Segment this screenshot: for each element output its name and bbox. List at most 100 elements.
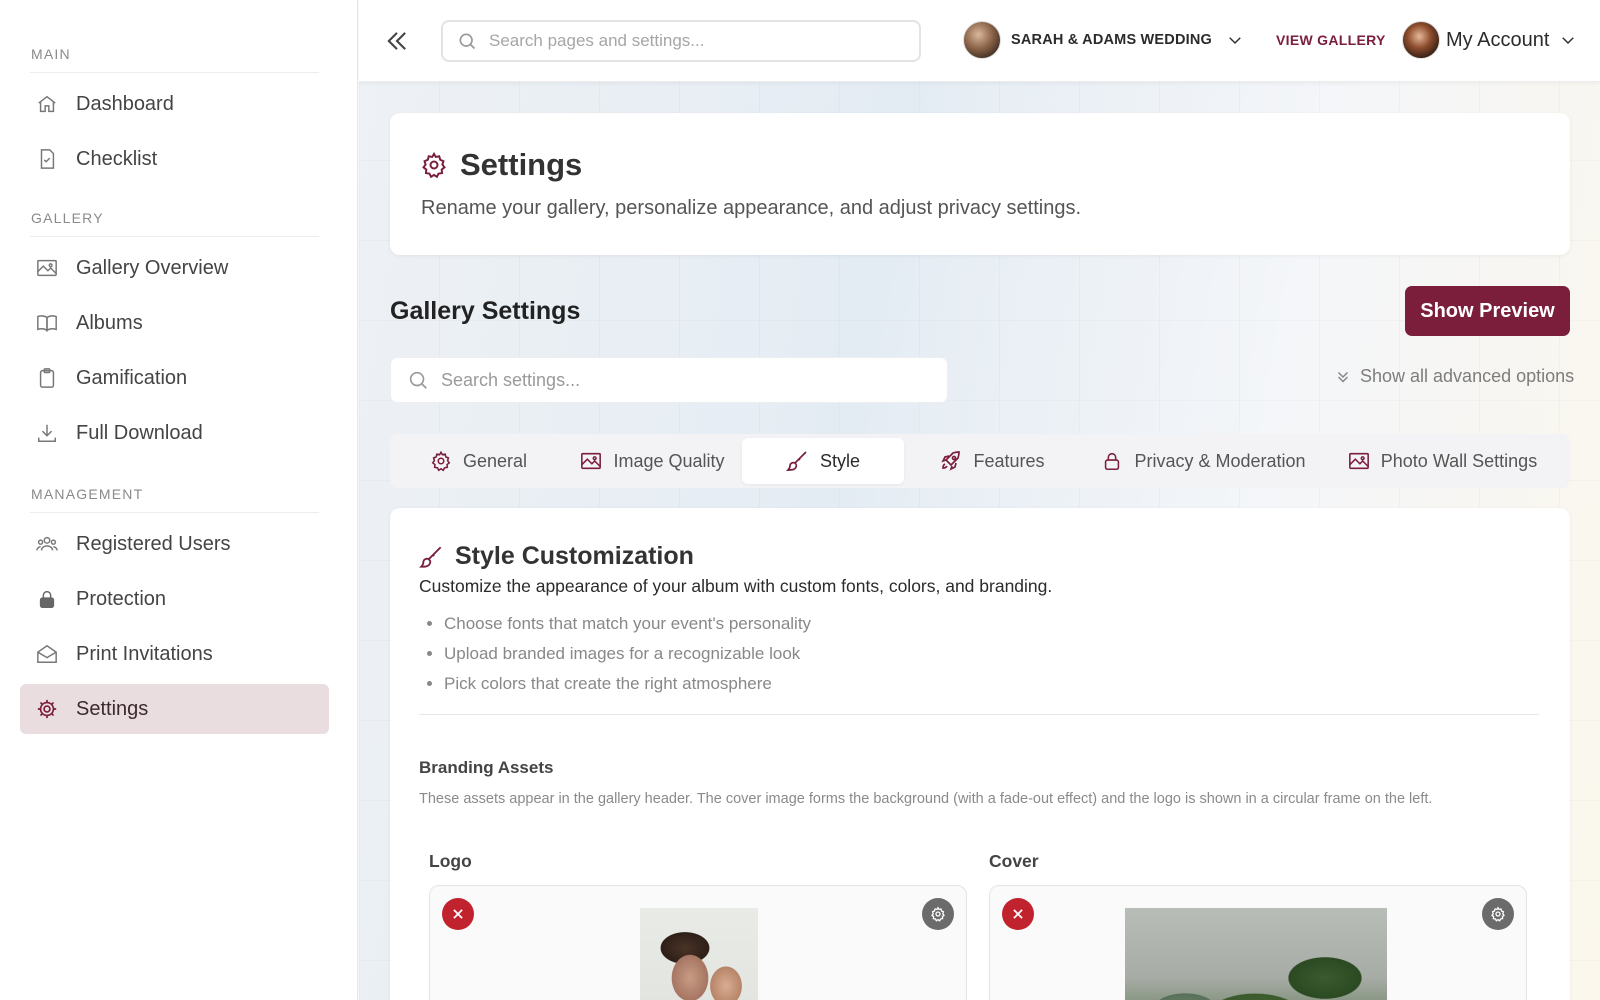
style-feature-list: Choose fonts that match your event's per… (444, 609, 811, 699)
tab-general[interactable]: General (394, 438, 562, 484)
style-customization-panel: Style Customization Customize the appear… (390, 508, 1570, 1000)
tab-photo-wall-settings[interactable]: Photo Wall Settings (1326, 438, 1558, 484)
image-icon (579, 449, 603, 473)
sidebar-item-label: Full Download (76, 421, 203, 444)
sidebar-item-full-download[interactable]: Full Download (20, 408, 329, 458)
sidebar-item-protection[interactable]: Protection (20, 574, 329, 624)
remove-cover-button[interactable] (1002, 898, 1034, 930)
logo-image (640, 908, 758, 1000)
cover-upload-box[interactable] (989, 885, 1527, 1000)
lock-icon (1100, 449, 1124, 473)
envelope-icon (35, 642, 59, 666)
global-search-input[interactable] (489, 31, 889, 51)
brush-icon (419, 546, 442, 568)
list-item: Upload branded images for a recognizable… (444, 639, 811, 669)
page-subtitle: Rename your gallery, personalize appeara… (421, 197, 1081, 219)
topbar: SARAH & ADAMS WEDDING VIEW GALLERY My Ac… (359, 0, 1600, 82)
advanced-options-toggle[interactable]: Show all advanced options (1334, 366, 1574, 387)
logo-upload-box[interactable] (429, 885, 967, 1000)
sidebar-item-settings[interactable]: Settings (20, 684, 329, 734)
tab-features[interactable]: Features (904, 438, 1080, 484)
settings-tabs: General Image Quality Style Features Pri… (390, 434, 1570, 488)
divider (419, 714, 1539, 715)
show-preview-button[interactable]: Show Preview (1405, 286, 1570, 336)
global-search[interactable] (441, 20, 921, 62)
sidebar-item-label: Checklist (76, 147, 158, 170)
sidebar-item-label: Gallery Overview (76, 256, 229, 279)
book-icon (35, 311, 59, 335)
settings-search-input[interactable] (441, 369, 921, 391)
clipboard-icon (35, 366, 59, 390)
checklist-icon (35, 147, 59, 171)
sidebar-item-gamification[interactable]: Gamification (20, 353, 329, 403)
lock-icon (35, 587, 59, 611)
tab-privacy-moderation[interactable]: Privacy & Moderation (1080, 438, 1326, 484)
nav-section-main: MAIN Dashboard Checklist (20, 46, 329, 189)
sidebar-item-dashboard[interactable]: Dashboard (20, 79, 329, 129)
gear-icon (35, 697, 59, 721)
tab-label: Privacy & Moderation (1134, 450, 1306, 471)
sidebar-item-label: Print Invitations (76, 642, 213, 665)
account-avatar (1402, 21, 1440, 59)
nav-section-title: MAIN (30, 46, 319, 73)
sidebar-item-registered-users[interactable]: Registered Users (20, 519, 329, 569)
tab-image-quality[interactable]: Image Quality (562, 438, 742, 484)
brush-icon (785, 449, 810, 473)
tab-label: General (462, 450, 528, 471)
account-label: My Account (1446, 28, 1550, 51)
double-chevron-left-icon (387, 32, 406, 50)
advanced-options-label: Show all advanced options (1360, 366, 1575, 386)
sidebar-item-label: Dashboard (76, 92, 174, 115)
nav-section-management: MANAGEMENT Registered Users Protection P… (20, 486, 329, 739)
sidebar-item-label: Registered Users (76, 532, 231, 555)
page-title-text: Settings (460, 147, 583, 182)
cover-settings-button[interactable] (1482, 898, 1514, 930)
users-icon (35, 532, 59, 556)
sidebar-item-print-invitations[interactable]: Print Invitations (20, 629, 329, 679)
close-icon (453, 909, 463, 919)
style-panel-title-text: Style Customization (455, 542, 694, 570)
gallery-name: SARAH & ADAMS WEDDING (1011, 32, 1213, 48)
gallery-switcher[interactable]: SARAH & ADAMS WEDDING (963, 21, 1244, 59)
style-panel-description: Customize the appearance of your album w… (419, 576, 1053, 596)
nav-section-gallery: GALLERY Gallery Overview Albums Gamifica… (20, 210, 329, 463)
sidebar-item-checklist[interactable]: Checklist (20, 134, 329, 184)
tab-label: Image Quality (613, 450, 725, 471)
settings-search[interactable] (390, 357, 948, 403)
gallery-avatar (963, 21, 1001, 59)
branding-assets-title: Branding Assets (419, 758, 554, 777)
sidebar-item-label: Albums (76, 311, 143, 334)
sidebar-item-label: Gamification (76, 366, 188, 389)
tab-label: Features (973, 450, 1045, 471)
sidebar-item-gallery-overview[interactable]: Gallery Overview (20, 243, 329, 293)
close-icon (1013, 909, 1023, 919)
collapse-sidebar-button[interactable] (383, 27, 411, 55)
chevron-down-icon (1229, 37, 1241, 45)
image-icon (35, 256, 59, 280)
sidebar-item-albums[interactable]: Albums (20, 298, 329, 348)
search-icon (409, 371, 427, 389)
tab-label: Style (819, 450, 861, 471)
gear-icon (429, 449, 453, 473)
remove-logo-button[interactable] (442, 898, 474, 930)
download-icon (35, 421, 59, 445)
rocket-icon (939, 449, 963, 473)
nav-section-title: GALLERY (30, 210, 319, 237)
list-item: Choose fonts that match your event's per… (444, 609, 811, 639)
double-chevron-down-icon (1337, 371, 1349, 383)
chevron-down-icon (1562, 37, 1575, 45)
account-menu[interactable]: My Account (1402, 21, 1577, 59)
logo-label: Logo (429, 851, 472, 871)
list-item: Pick colors that create the right atmosp… (444, 669, 811, 699)
settings-header-card: Settings Rename your gallery, personaliz… (390, 113, 1570, 255)
view-gallery-link[interactable]: VIEW GALLERY (1276, 32, 1386, 48)
gear-icon (422, 151, 446, 179)
gear-icon (1491, 906, 1505, 922)
tab-style[interactable]: Style (742, 438, 904, 484)
logo-settings-button[interactable] (922, 898, 954, 930)
search-icon (459, 33, 476, 50)
page-title: Settings (420, 147, 582, 183)
tab-label: Photo Wall Settings (1380, 450, 1538, 471)
home-icon (35, 92, 59, 116)
sidebar: MAIN Dashboard Checklist GALLERY Gallery… (0, 0, 358, 1000)
